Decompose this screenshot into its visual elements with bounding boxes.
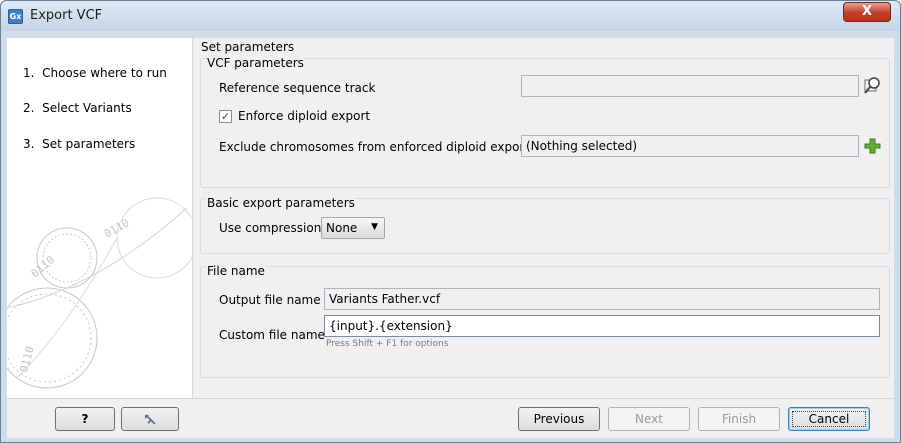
custom-file-name-label: Custom file name — [219, 328, 325, 342]
step-label: Select Variants — [42, 101, 132, 115]
step-item-2: 2. Select Variants — [23, 101, 132, 115]
group-title: File name — [206, 264, 266, 278]
help-button[interactable]: ? — [55, 407, 115, 431]
chevron-down-icon: ▼ — [371, 222, 378, 232]
section-title: Set parameters — [201, 40, 295, 54]
enforce-diploid-checkbox[interactable]: ✓ — [219, 110, 232, 123]
output-file-name-field: Variants Father.vcf — [324, 288, 880, 310]
custom-file-name-input[interactable]: {input}.{extension} — [324, 315, 880, 337]
compression-dropdown[interactable]: None ▼ — [321, 217, 385, 239]
reset-button[interactable] — [121, 407, 179, 431]
compression-label: Use compression — [219, 221, 322, 235]
step-number: 1. — [23, 66, 35, 80]
browse-icon[interactable] — [863, 75, 883, 95]
watermark-logo-icon: 0110 0110 0110 — [7, 197, 193, 389]
export-vcf-dialog: Gx Export VCF X 1. Choose where to run 2… — [0, 0, 901, 443]
custom-file-name-hint: Press Shift + F1 for options — [326, 339, 449, 349]
cancel-button[interactable]: Cancel — [788, 407, 870, 431]
step-item-1: 1. Choose where to run — [23, 66, 167, 80]
step-label: Set parameters — [42, 137, 136, 151]
step-label: Choose where to run — [42, 66, 167, 80]
button-bar: ? Previous Next Finish Cancel — [7, 398, 894, 438]
reference-track-field[interactable] — [521, 75, 859, 97]
wizard-steps-panel: 1. Choose where to run 2. Select Variant… — [7, 38, 193, 398]
exclude-chromosomes-field[interactable]: (Nothing selected) — [521, 135, 859, 157]
add-plus-icon[interactable] — [863, 136, 883, 156]
parameters-panel: Set parameters VCF parameters Reference … — [194, 38, 894, 398]
compression-value: None — [326, 221, 358, 235]
output-file-name-label: Output file name — [219, 293, 321, 307]
vcf-parameters-group: VCF parameters Reference sequence track … — [200, 56, 890, 188]
previous-button[interactable]: Previous — [518, 407, 600, 431]
close-button[interactable]: X — [843, 2, 891, 22]
dialog-body: 1. Choose where to run 2. Select Variant… — [7, 38, 894, 398]
group-title: VCF parameters — [206, 56, 305, 70]
reset-icon — [145, 414, 156, 425]
finish-button[interactable]: Finish — [698, 407, 780, 431]
step-number: 2. — [23, 101, 35, 115]
basic-export-group: Basic export parameters Use compression … — [200, 196, 890, 254]
step-item-3: 3. Set parameters — [23, 137, 135, 151]
file-name-group: File name Output file name Variants Fath… — [200, 264, 890, 378]
exclude-chromosomes-label: Exclude chromosomes from enforced diploi… — [219, 140, 530, 154]
group-title: Basic export parameters — [206, 196, 356, 210]
enforce-diploid-label: Enforce diploid export — [238, 109, 371, 123]
next-button[interactable]: Next — [608, 407, 690, 431]
focus-ring — [792, 411, 866, 427]
step-number: 3. — [23, 137, 35, 151]
app-logo-icon: Gx — [8, 9, 23, 24]
title-bar[interactable]: Gx Export VCF X — [1, 1, 900, 31]
reference-track-label: Reference sequence track — [219, 81, 376, 95]
window-title: Export VCF — [30, 8, 103, 23]
